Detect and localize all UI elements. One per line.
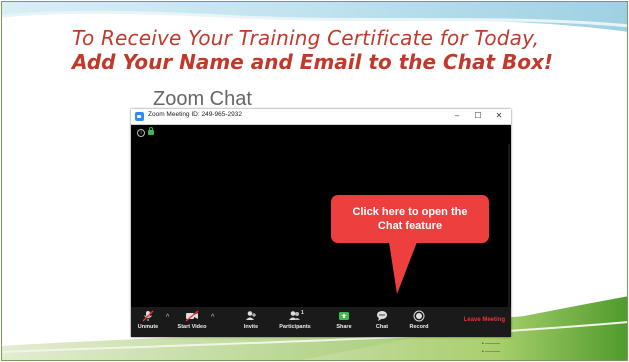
callout-pointer — [389, 242, 417, 294]
unmute-button[interactable]: Unmute — [135, 310, 161, 330]
participants-button[interactable]: Participants 1 — [277, 310, 313, 330]
leave-meeting-button[interactable]: Leave Meeting — [464, 317, 505, 323]
invite-button[interactable]: Invite — [239, 310, 263, 330]
slide: To Receive Your Training Certificate for… — [1, 1, 628, 361]
maximize-button[interactable]: ☐ — [471, 110, 485, 122]
unmute-label: Unmute — [137, 324, 159, 330]
participants-icon — [289, 311, 300, 320]
share-screen-icon — [339, 312, 349, 320]
share-label: Share — [336, 324, 352, 330]
close-button[interactable]: ✕ — [492, 110, 506, 122]
chat-callout: Click here to open the Chat feature — [331, 195, 489, 243]
start-video-label: Start Video — [177, 324, 207, 330]
slide-title-line1: To Receive Your Training Certificate for… — [72, 26, 540, 50]
video-options-caret[interactable]: ^ — [211, 314, 214, 321]
meeting-toolbar: Unmute ^ Start Video ^ Invite Participan… — [131, 307, 511, 337]
slide-title-line2: Add Your Name and Email to the Chat Box! — [72, 50, 553, 74]
window-title: Zoom Meeting ID: 249-965-2932 — [148, 111, 242, 118]
callout-text-line2: Chat feature — [377, 220, 443, 232]
record-label: Record — [409, 324, 429, 330]
info-icon[interactable]: i — [137, 129, 145, 137]
window-titlebar[interactable]: Zoom Meeting ID: 249-965-2932 – ☐ ✕ — [131, 109, 511, 125]
lock-icon[interactable] — [148, 127, 154, 135]
callout-text-line1: Click here to open the — [352, 206, 468, 218]
share-button[interactable]: Share — [333, 310, 355, 330]
minimize-button[interactable]: – — [450, 110, 464, 122]
record-button[interactable]: Record — [406, 310, 432, 330]
chat-button[interactable]: Chat — [371, 310, 393, 330]
add-person-icon — [246, 311, 256, 320]
background-heading: Zoom Chat — [153, 88, 252, 110]
video-off-icon — [185, 310, 199, 322]
invite-label: Invite — [243, 324, 259, 330]
muted-microphone-icon — [142, 310, 154, 322]
participants-label: Participants — [279, 324, 311, 330]
chat-label: Chat — [375, 324, 389, 330]
side-panel-edge — [508, 144, 510, 314]
participants-count: 1 — [301, 310, 304, 316]
record-icon — [413, 310, 425, 322]
background-bullets: • ——— • ——— — [482, 341, 501, 355]
start-video-button[interactable]: Start Video — [175, 310, 209, 330]
zoom-app-icon — [135, 112, 144, 121]
audio-options-caret[interactable]: ^ — [166, 314, 169, 321]
slide-title: To Receive Your Training Certificate for… — [72, 26, 592, 74]
chat-bubble-icon — [377, 311, 387, 321]
